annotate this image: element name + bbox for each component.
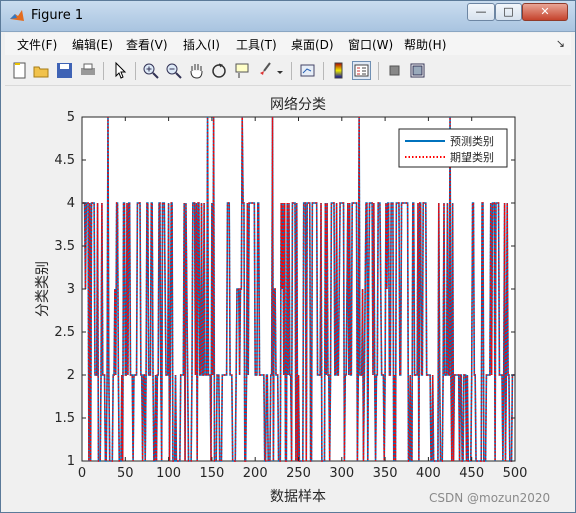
toolbar xyxy=(5,57,571,86)
y-tick-label: 2 xyxy=(67,368,75,383)
title-bar[interactable]: Figure 1 — □ ✕ xyxy=(1,1,575,32)
menu-dock-arrow-icon[interactable]: ↘ xyxy=(556,37,565,50)
figure-canvas: 0 50 100 150 200 250 300 350 400 450 500 1 1.5 2 2.5 3 3… xyxy=(5,87,571,509)
x-tick-label: 500 xyxy=(503,466,528,481)
menu-tools[interactable]: 工具(T) xyxy=(236,36,277,53)
zoom-in-icon[interactable] xyxy=(141,61,160,80)
hide-plot-tools-icon[interactable] xyxy=(385,61,404,80)
menu-desktop[interactable]: 桌面(D) xyxy=(291,36,334,53)
x-tick-label: 300 xyxy=(329,466,354,481)
y-tick-label: 4 xyxy=(67,196,75,211)
pointer-icon[interactable] xyxy=(110,61,129,80)
close-button[interactable]: ✕ xyxy=(522,3,568,21)
new-figure-icon[interactable] xyxy=(10,61,29,80)
legend[interactable]: 预测类别 期望类别 xyxy=(398,128,508,168)
colorbar-icon[interactable] xyxy=(329,61,348,80)
y-tick-label: 2.5 xyxy=(54,325,75,340)
y-axis-label: 分类类别 xyxy=(35,261,51,317)
chart-title: 网络分类 xyxy=(270,97,326,113)
print-icon[interactable] xyxy=(78,61,97,80)
x-tick-label: 250 xyxy=(286,466,311,481)
y-tick-label: 3 xyxy=(67,282,75,297)
save-icon[interactable] xyxy=(55,61,74,80)
data-cursor-icon[interactable] xyxy=(233,61,252,80)
menu-bar: 文件(F) 编辑(E) 查看(V) 插入(I) 工具(T) 桌面(D) 窗口(W… xyxy=(5,33,571,55)
chart[interactable]: 0 50 100 150 200 250 300 350 400 450 500 1 1.5 2 2.5 3 3… xyxy=(5,87,571,509)
y-tick-label: 1.5 xyxy=(54,411,75,426)
x-axis-label: 数据样本 xyxy=(270,489,326,505)
toolbar-separator xyxy=(378,62,379,80)
x-tick-label: 0 xyxy=(78,466,86,481)
figure-window: Figure 1 — □ ✕ 文件(F) 编辑(E) 查看(V) 插入(I) 工… xyxy=(0,0,576,513)
x-tick-label: 400 xyxy=(416,466,441,481)
pan-hand-icon[interactable] xyxy=(187,61,206,80)
x-tick-label: 150 xyxy=(199,466,224,481)
show-plot-tools-icon[interactable] xyxy=(408,61,427,80)
menu-file[interactable]: 文件(F) xyxy=(17,36,57,53)
y-tick-label: 1 xyxy=(67,454,75,469)
window-title: Figure 1 xyxy=(31,8,84,23)
menu-edit[interactable]: 编辑(E) xyxy=(72,36,113,53)
open-file-icon[interactable] xyxy=(32,61,51,80)
x-tick-label: 50 xyxy=(117,466,134,481)
zoom-out-icon[interactable] xyxy=(164,61,183,80)
x-tick-label: 100 xyxy=(156,466,181,481)
x-tick-label: 450 xyxy=(459,466,484,481)
menu-window[interactable]: 窗口(W) xyxy=(348,36,393,53)
brush-dropdown-icon[interactable] xyxy=(275,61,285,80)
toolbar-separator xyxy=(291,62,292,80)
minimize-button[interactable]: — xyxy=(467,3,495,21)
legend-icon[interactable] xyxy=(352,61,371,80)
matlab-icon xyxy=(10,10,24,21)
y-tick-label: 5 xyxy=(67,110,75,125)
x-tick-label: 350 xyxy=(373,466,398,481)
menu-insert[interactable]: 插入(I) xyxy=(183,36,220,53)
legend-label-predicted: 预测类别 xyxy=(450,134,494,148)
x-tick-label: 200 xyxy=(243,466,268,481)
y-tick-label: 4.5 xyxy=(54,153,75,168)
toolbar-separator xyxy=(103,62,104,80)
toolbar-separator xyxy=(323,62,324,80)
link-plot-icon[interactable] xyxy=(298,61,317,80)
menu-view[interactable]: 查看(V) xyxy=(126,36,168,53)
legend-label-expected: 期望类别 xyxy=(450,150,494,164)
toolbar-separator xyxy=(135,62,136,80)
rotate-3d-icon[interactable] xyxy=(210,61,229,80)
y-tick-label: 3.5 xyxy=(54,239,75,254)
menu-help[interactable]: 帮助(H) xyxy=(404,36,446,53)
watermark: CSDN @mozun2020 xyxy=(429,491,551,505)
brush-icon[interactable] xyxy=(256,61,275,80)
maximize-button[interactable]: □ xyxy=(495,3,522,21)
